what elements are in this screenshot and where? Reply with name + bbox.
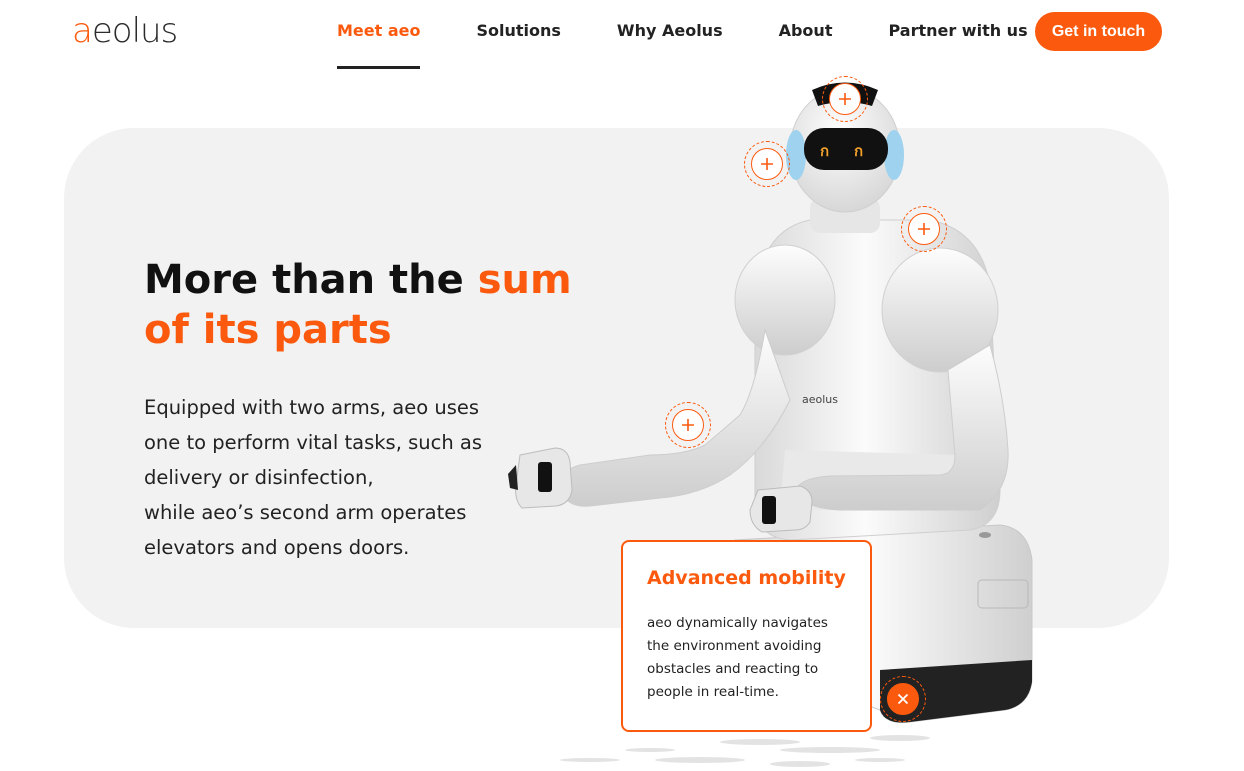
hotspot-display[interactable]: [744, 141, 790, 187]
plus-icon: [761, 158, 773, 170]
description-line-1: Equipped with two arms, aeo uses one to …: [144, 396, 482, 489]
get-in-touch-button[interactable]: Get in touch: [1035, 12, 1162, 51]
logo-text: aeolus: [72, 11, 178, 51]
hotspot-head-button[interactable]: [829, 83, 861, 115]
close-icon: [897, 693, 909, 705]
nav-item-why-aeolus[interactable]: Why Aeolus: [617, 0, 723, 70]
hotspot-shoulder-button[interactable]: [908, 213, 940, 245]
description-line-2: while aeo’s second arm operates elevator…: [144, 501, 467, 559]
popup-body: aeo dynamically navigates the environmen…: [647, 615, 828, 700]
floor-shadow: [560, 735, 930, 767]
popup-title: Advanced mobility: [647, 567, 846, 589]
hotspot-arm[interactable]: [665, 402, 711, 448]
hero-description: Equipped with two arms, aeo uses one to …: [144, 390, 504, 565]
headline-main: More than the: [144, 257, 478, 303]
nav-item-solutions[interactable]: Solutions: [476, 0, 560, 70]
nav-item-about[interactable]: About: [779, 0, 833, 70]
hotspot-head[interactable]: [822, 76, 868, 122]
advanced-mobility-popup: Advanced mobility aeo dynamically naviga…: [621, 540, 872, 732]
hotspot-arm-button[interactable]: [672, 409, 704, 441]
plus-icon: [682, 419, 694, 431]
plus-icon: [839, 93, 851, 105]
nav-item-partner[interactable]: Partner with us: [888, 0, 1027, 70]
close-popup-button[interactable]: [887, 683, 919, 715]
aeolus-logo[interactable]: aeolus: [72, 11, 178, 51]
robot-chest-logo: aeolus: [802, 393, 838, 406]
plus-icon: [918, 223, 930, 235]
nav-item-meet-aeo[interactable]: Meet aeo: [337, 0, 421, 70]
hotspot-shoulder[interactable]: [901, 206, 947, 252]
hotspot-display-button[interactable]: [751, 148, 783, 180]
hotspot-mobility-close[interactable]: [880, 676, 926, 722]
main-nav: Meet aeo Solutions Why Aeolus About Part…: [337, 0, 1028, 70]
svg-text:ก: ก: [854, 142, 863, 160]
svg-text:ก: ก: [820, 142, 829, 160]
site-header: aeolus Meet aeo Solutions Why Aeolus Abo…: [0, 0, 1244, 70]
